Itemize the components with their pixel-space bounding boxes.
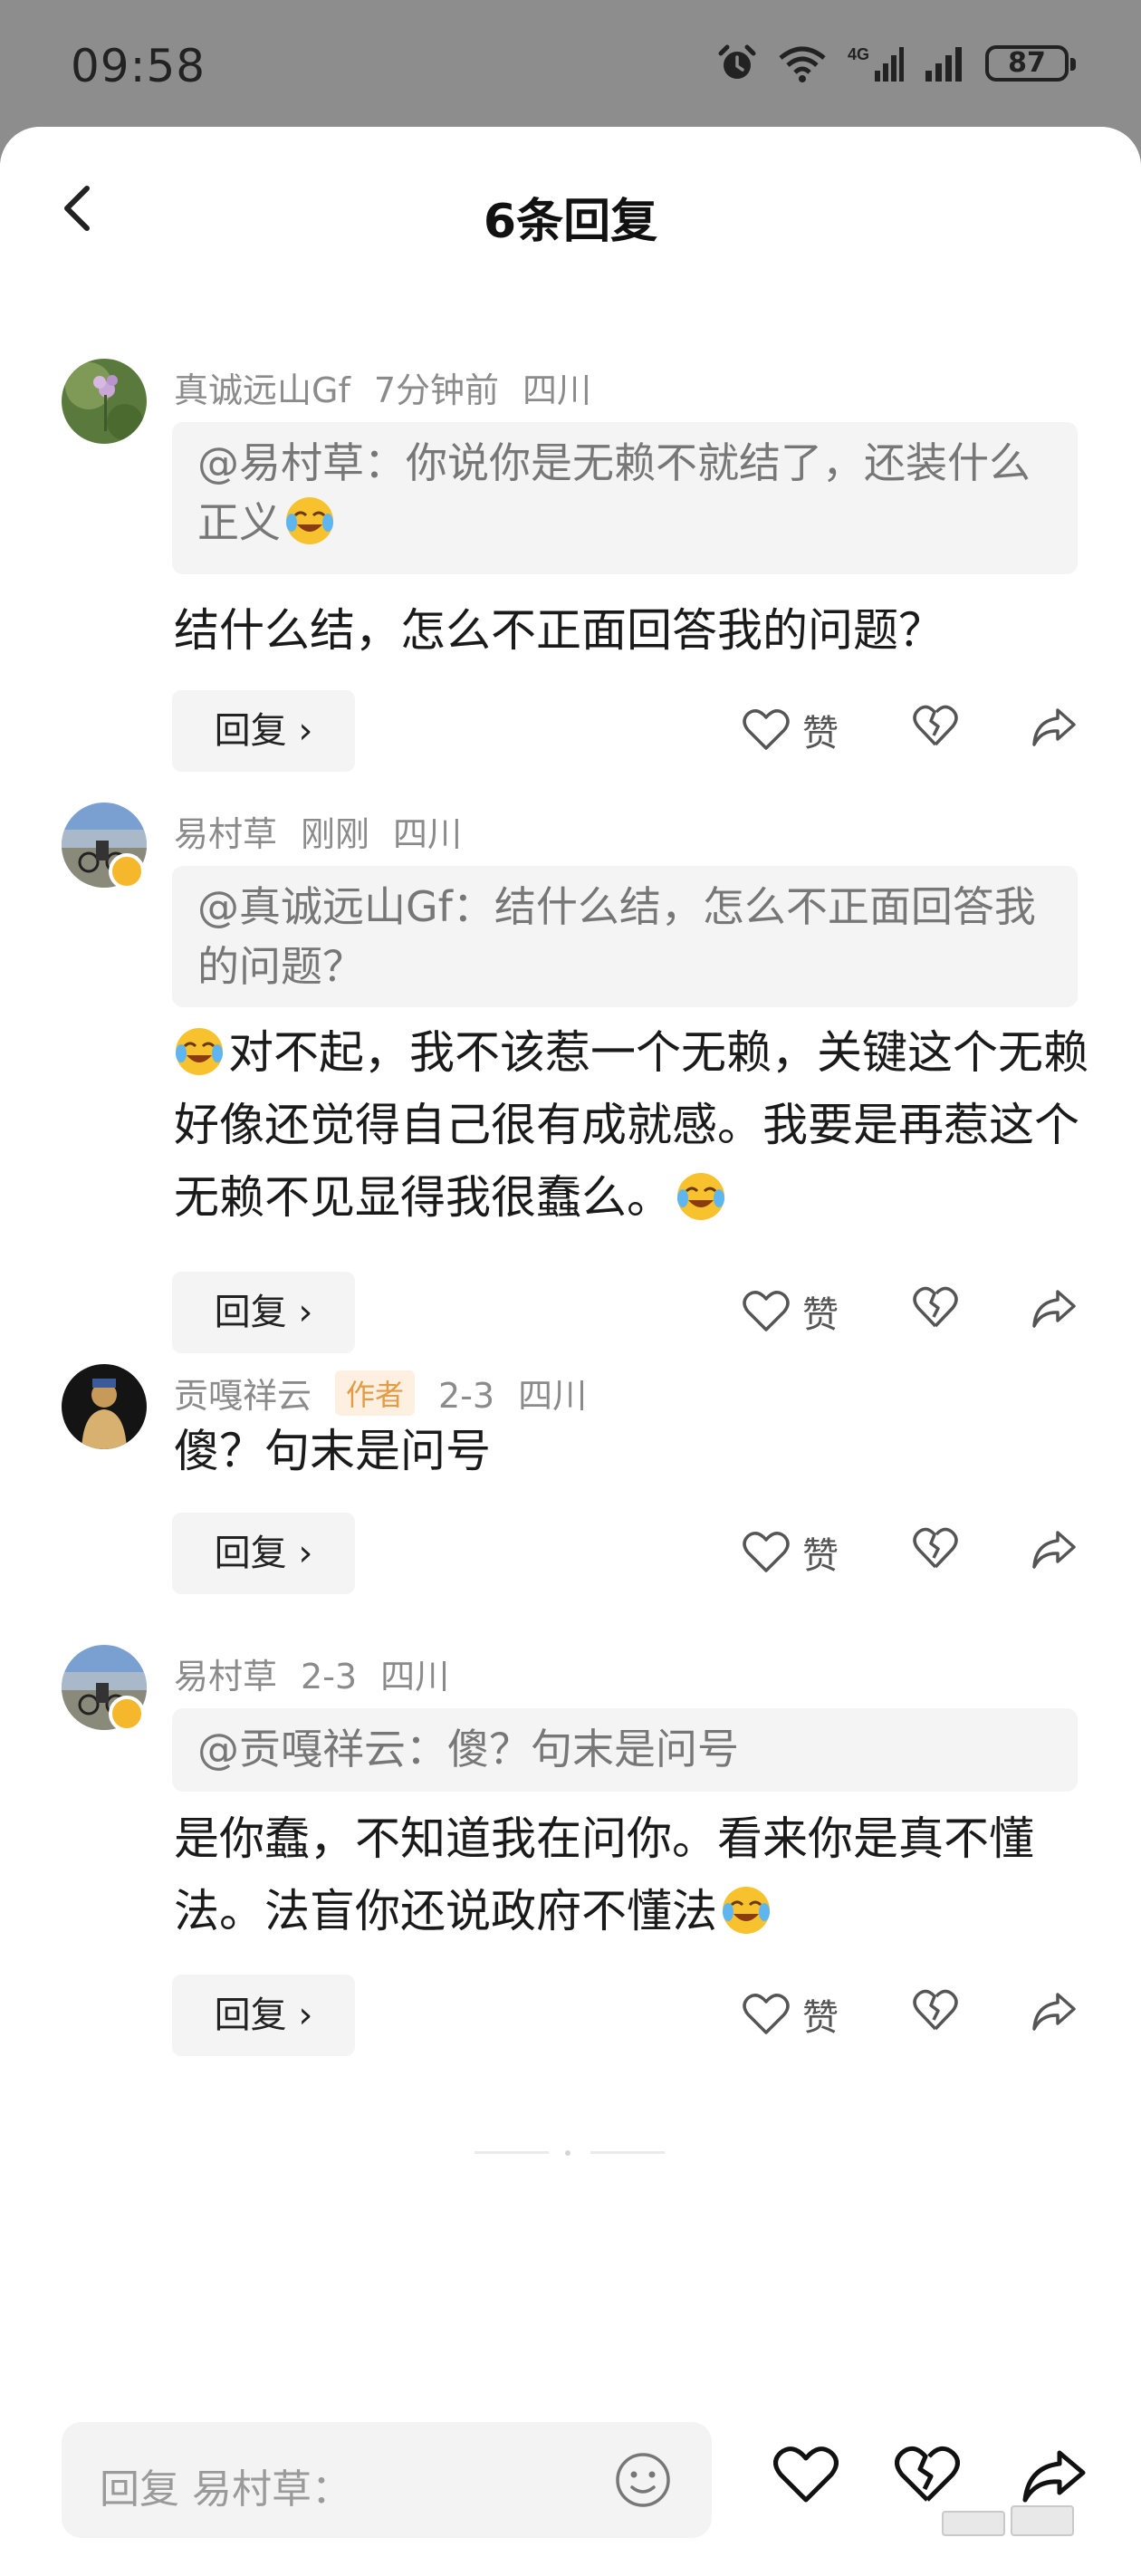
broken-heart-icon [913, 1989, 958, 2031]
network-label: 4G [848, 45, 869, 63]
like-button[interactable]: 赞 [743, 1275, 839, 1348]
page-title: 6条回复 [483, 195, 658, 249]
comment-actions: 赞 [743, 694, 1087, 766]
divider-dot [565, 2150, 570, 2156]
broken-heart-icon [913, 1527, 958, 1569]
comment-item: 易村草 2-3 四川 @贡嘎祥云：傻？句末是问号 是你蠢，不知道我在问你。看来你是真… [0, 1645, 1141, 2156]
reply-button[interactable]: 回复 › [172, 690, 355, 772]
avatar[interactable] [62, 1364, 147, 1449]
wifi-icon [779, 46, 826, 82]
comment-time: 刚刚 [301, 814, 370, 854]
share-icon [1032, 1290, 1076, 1328]
heart-icon [743, 1994, 790, 2034]
share-button[interactable] [1031, 706, 1078, 752]
author-name[interactable]: 贡嘎祥云 [174, 1376, 312, 1416]
comment-text: 对不起，我不该惹一个无赖，关键这个无赖好像还觉得自己很有成就感。我要是再惹这个无… [174, 1016, 1088, 1234]
comment-meta: 真诚远山Gf 7分钟前 四川 [174, 362, 615, 412]
heart-icon [743, 1532, 790, 1572]
share-button[interactable] [1031, 1288, 1078, 1333]
dislike-button[interactable] [913, 1527, 958, 1574]
author-name[interactable]: 易村草 [174, 814, 277, 854]
comment-text: 是你蠢，不知道我在问你。看来你是真不懂法。法盲你还说政府不懂法 [174, 1802, 1088, 1947]
comment-item: 贡嘎祥云 作者 2-3 四川 傻？句末是问号 回复 › 赞 [0, 1364, 1141, 1639]
comment-item: 易村草 刚刚 四川 @真诚远山Gf：结什么结，怎么不正面回答我的问题？ 对不起，我不… [0, 803, 1141, 1440]
broken-heart-icon [913, 705, 958, 746]
smiley-icon[interactable] [614, 2451, 672, 2509]
reply-input[interactable]: 回复 易村草： [62, 2422, 712, 2538]
reply-input-placeholder: 回复 易村草： [100, 2466, 351, 2513]
comment-time: 2-3 [301, 1657, 358, 1697]
bottom-broken-heart-icon[interactable] [895, 2446, 960, 2505]
author-name[interactable]: 易村草 [174, 1657, 277, 1697]
alarm-icon [718, 44, 756, 79]
like-label: 赞 [802, 1294, 839, 1336]
like-label: 赞 [802, 713, 839, 755]
reply-button[interactable]: 回复 › [172, 1272, 355, 1353]
comment-location: 四川 [380, 1657, 450, 1697]
divider-line [475, 2151, 549, 2154]
comment-item: 真诚远山Gf 7分钟前 四川 @易村草：你说你是无赖不就结了，还装什么正义 结什么结… [0, 359, 1141, 879]
battery-indicator: 87 [985, 45, 1076, 82]
comment-time: 2-3 [438, 1376, 495, 1416]
comment-time: 7分钟前 [373, 370, 500, 410]
like-button[interactable]: 赞 [743, 1978, 839, 2051]
dislike-button[interactable] [913, 1286, 958, 1333]
home-indicator [942, 2505, 1078, 2542]
comment-location: 四川 [518, 1376, 588, 1416]
avatar[interactable] [62, 359, 147, 444]
bottom-heart-icon[interactable] [773, 2446, 839, 2505]
comment-text: 结什么结，怎么不正面回答我的问题？ [174, 604, 944, 657]
share-button[interactable] [1031, 1529, 1078, 1574]
divider-line [590, 2151, 665, 2154]
quote-text: @贡嘎祥云：傻？句末是问号 [197, 1725, 739, 1773]
bottom-share-icon[interactable] [1021, 2447, 1087, 2505]
laugh-cry-emoji [677, 1173, 724, 1220]
signal-4g-icon: 4G [848, 45, 904, 82]
laugh-cry-emoji [286, 497, 333, 544]
comment-actions: 赞 [743, 1275, 1087, 1348]
comment-meta: 贡嘎祥云 作者 2-3 四川 [174, 1368, 610, 1418]
status-icons: 4G 87 [717, 43, 1076, 83]
author-name[interactable]: 真诚远山Gf [174, 370, 350, 410]
verified-badge [109, 1696, 145, 1732]
heart-icon [743, 1291, 790, 1331]
like-button[interactable]: 赞 [743, 694, 839, 766]
reply-button[interactable]: 回复 › [172, 1513, 355, 1594]
comment-meta: 易村草 刚刚 四川 [174, 806, 485, 856]
verified-badge [109, 853, 145, 889]
like-label: 赞 [802, 1535, 839, 1577]
share-icon [1032, 708, 1076, 746]
signal-icon [925, 47, 962, 82]
like-button[interactable]: 赞 [743, 1516, 839, 1589]
comment-location: 四川 [393, 814, 463, 854]
comment-text-body: 是你蠢，不知道我在问你。看来你是真不懂法。法盲你还说政府不懂法 [174, 1812, 1034, 1937]
broken-heart-icon [913, 1286, 958, 1328]
share-icon [1032, 1531, 1076, 1569]
replies-sheet: 6条回复 回复 › 赞 [0, 127, 1141, 2576]
status-time: 09:58 [71, 40, 206, 92]
quoted-comment[interactable]: @贡嘎祥云：傻？句末是问号 [172, 1708, 1078, 1792]
comment-location: 四川 [523, 370, 592, 410]
status-bar: 09:58 4G 87 [0, 0, 1141, 127]
heart-icon [743, 709, 790, 750]
comment-meta: 易村草 2-3 四川 [174, 1648, 473, 1698]
share-icon [1032, 1993, 1076, 2031]
end-of-list-divider [0, 2148, 1141, 2158]
like-label: 赞 [802, 1997, 839, 2039]
dislike-button[interactable] [913, 705, 958, 752]
quoted-comment[interactable]: @易村草：你说你是无赖不就结了，还装什么正义 [172, 422, 1078, 574]
laugh-cry-emoji [723, 1887, 770, 1934]
dislike-button[interactable] [913, 1989, 958, 2036]
comment-text-body: 对不起，我不该惹一个无赖，关键这个无赖好像还觉得自己很有成就感。我要是再惹这个无… [174, 1026, 1088, 1224]
comment-actions: 赞 [743, 1516, 1087, 1589]
quote-text: @真诚远山Gf：结什么结，怎么不正面回答我的问题？ [197, 882, 1036, 991]
comment-text: 傻？句末是问号 [174, 1425, 491, 1477]
share-button[interactable] [1031, 1991, 1078, 2036]
sheet-header: 6条回复 [0, 127, 1141, 263]
quoted-comment[interactable]: @真诚远山Gf：结什么结，怎么不正面回答我的问题？ [172, 866, 1078, 1007]
laugh-cry-emoji [176, 1028, 223, 1075]
author-tag: 作者 [335, 1370, 416, 1416]
comment-actions: 赞 [743, 1978, 1087, 2051]
reply-button[interactable]: 回复 › [172, 1975, 355, 2056]
